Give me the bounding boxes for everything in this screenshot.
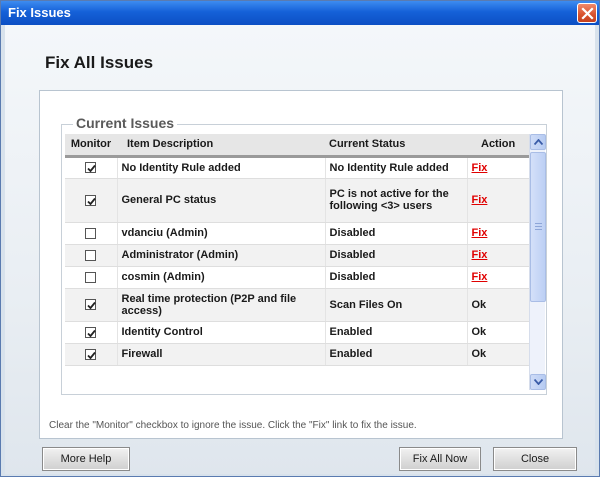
item-description: General PC status (117, 178, 326, 223)
window-title: Fix Issues (8, 5, 71, 20)
action-cell: Fix (467, 222, 529, 245)
monitor-checkbox[interactable] (85, 194, 97, 206)
current-status: PC is not active for the following <3> u… (325, 178, 468, 223)
grip-line (535, 223, 542, 224)
table-row: Administrator (Admin) Disabled Fix (65, 244, 529, 267)
monitor-checkbox[interactable] (85, 271, 97, 283)
more-help-button[interactable]: More Help (42, 447, 130, 471)
title-bar[interactable]: Fix Issues (1, 1, 599, 25)
table-row: cosmin (Admin) Disabled Fix (65, 266, 529, 289)
scroll-up-icon[interactable] (530, 134, 546, 150)
monitor-cell (65, 321, 118, 344)
table-row: No Identity Rule added No Identity Rule a… (65, 156, 529, 179)
table-header-row: Monitor Item Description Current Status … (65, 134, 529, 158)
fix-link[interactable]: Fix (472, 271, 488, 283)
grip-line (535, 226, 542, 227)
action-cell: Fix (467, 178, 529, 223)
item-description: Administrator (Admin) (117, 244, 326, 267)
close-icon[interactable] (577, 3, 597, 23)
ok-status: Ok (471, 298, 487, 311)
monitor-cell (65, 244, 118, 267)
issues-table: Monitor Item Description Current Status … (65, 134, 529, 366)
fix-all-now-button[interactable]: Fix All Now (399, 447, 481, 471)
ok-status: Ok (471, 326, 487, 338)
table-row: vdanciu (Admin) Disabled Fix (65, 222, 529, 245)
table-row: Real time protection (P2P and file acces… (65, 288, 529, 322)
column-header-monitor: Monitor (65, 134, 117, 158)
monitor-cell (65, 156, 118, 179)
fix-link[interactable]: Fix (472, 194, 488, 206)
fix-issues-window: Fix Issues Fix All Issues Current Issues… (0, 0, 600, 477)
scroll-thumb[interactable] (530, 152, 546, 302)
item-description: No Identity Rule added (117, 156, 326, 179)
fix-link[interactable]: Fix (472, 162, 488, 174)
scroll-down-icon[interactable] (530, 374, 546, 390)
item-description: Firewall (117, 343, 326, 366)
vertical-scrollbar[interactable] (529, 134, 546, 390)
monitor-cell (65, 222, 118, 245)
action-cell: Fix (467, 244, 529, 267)
monitor-checkbox[interactable] (85, 348, 97, 360)
item-description: vdanciu (Admin) (117, 222, 326, 245)
current-status: Disabled (325, 266, 468, 289)
action-cell: Ok (467, 321, 529, 344)
monitor-checkbox[interactable] (85, 249, 97, 261)
monitor-cell (65, 266, 118, 289)
item-description: cosmin (Admin) (117, 266, 326, 289)
item-description: Identity Control (117, 321, 326, 344)
table-row: Identity Control Enabled Ok (65, 321, 529, 344)
action-cell: Fix (467, 156, 529, 179)
column-header-action: Action (467, 134, 529, 158)
page-title: Fix All Issues (45, 53, 154, 72)
current-status: Enabled (325, 321, 468, 344)
current-status: Disabled (325, 222, 468, 245)
table-row: General PC status PC is not active for th… (65, 178, 529, 223)
grip-line (535, 229, 542, 230)
action-cell: Fix (467, 266, 529, 289)
current-status: No Identity Rule added (325, 156, 468, 179)
close-button[interactable]: Close (493, 447, 577, 471)
current-status: Scan Files On (325, 288, 468, 322)
monitor-cell (65, 288, 118, 322)
monitor-checkbox[interactable] (85, 299, 97, 311)
monitor-cell (65, 343, 118, 366)
column-header-description: Item Description (117, 134, 325, 158)
monitor-checkbox[interactable] (85, 326, 97, 338)
item-description: Real time protection (P2P and file acces… (117, 288, 326, 322)
fix-link[interactable]: Fix (472, 227, 488, 239)
current-status: Disabled (325, 244, 468, 267)
column-header-status: Current Status (325, 134, 467, 158)
action-cell: Ok (467, 288, 529, 322)
current-status: Enabled (325, 343, 468, 366)
issues-table-body: No Identity Rule added No Identity Rule a… (65, 156, 529, 366)
group-title: Current Issues (73, 115, 178, 131)
hint-text: Clear the "Monitor" checkbox to ignore t… (49, 420, 417, 431)
fix-link[interactable]: Fix (472, 249, 488, 261)
action-cell: Ok (467, 343, 529, 366)
table-row: Firewall Enabled Ok (65, 343, 529, 366)
monitor-checkbox[interactable] (85, 227, 97, 239)
monitor-cell (65, 178, 118, 223)
ok-status: Ok (471, 348, 487, 360)
monitor-checkbox[interactable] (85, 162, 97, 174)
